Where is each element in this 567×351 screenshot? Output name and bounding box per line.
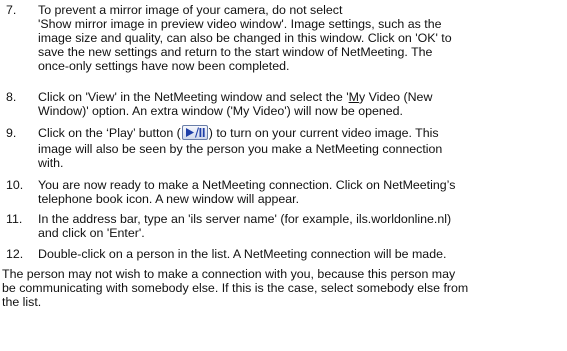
step-number: 8. <box>6 90 17 104</box>
text-line: image will also be seen by the person yo… <box>38 142 443 156</box>
text-line: Double-click on a person in the list. A … <box>38 247 447 261</box>
text-line: In the address bar, type an 'ils server … <box>38 212 452 226</box>
step-number: 10. <box>6 178 24 192</box>
text-fragment: Click on 'View' in the NetMeeting window… <box>38 90 349 104</box>
text-line: To prevent a mirror image of your camera… <box>38 3 343 17</box>
instruction-page: 7. To prevent a mirror image of your cam… <box>0 0 567 351</box>
text-fragment: ) to turn on your current video image. T… <box>208 126 439 140</box>
step-text: Double-click on a person in the list. A … <box>38 247 563 261</box>
text-fragment: Click on the ‘Play’ button ( <box>38 126 181 140</box>
text-line: Window)' option. An extra window ('My Vi… <box>38 104 404 118</box>
step-number: 11. <box>6 212 23 226</box>
step-text: To prevent a mirror image of your camera… <box>38 3 563 73</box>
play-pause-icon <box>181 125 208 140</box>
text-line: You are now ready to make a NetMeeting c… <box>38 178 456 192</box>
text-fragment: y Video (New <box>358 90 433 104</box>
step-text: Click on the ‘Play’ button ( ) to turn on… <box>38 124 563 170</box>
text-line: Click on 'View' in the NetMeeting window… <box>38 90 563 104</box>
text-line: save the new settings and return to the … <box>38 45 433 59</box>
step-text: In the address bar, type an 'ils server … <box>38 212 563 240</box>
text-line: 'Show mirror image in preview video wind… <box>38 17 442 31</box>
text-line: Click on the ‘Play’ button ( ) to turn on… <box>38 124 563 142</box>
step-text: You are now ready to make a NetMeeting c… <box>38 178 563 206</box>
closing-paragraph: The person may not wish to make a connec… <box>2 267 565 309</box>
step-text: Click on 'View' in the NetMeeting window… <box>38 90 563 118</box>
step-number: 9. <box>6 126 17 140</box>
text-line: be communicating with somebody else. If … <box>2 281 469 295</box>
step-number: 7. <box>6 3 17 17</box>
text-line: image size and quality, can also be chan… <box>38 31 452 45</box>
menu-accelerator-letter: M <box>348 90 359 104</box>
text-line: The person may not wish to make a connec… <box>2 267 456 281</box>
step-number: 12. <box>6 247 24 261</box>
text-line: the list. <box>2 295 42 309</box>
text-line: and click on 'Enter'. <box>38 226 145 240</box>
text-line: with. <box>38 156 64 170</box>
text-line: telephone book icon. A new window will a… <box>38 192 300 206</box>
text-line: once-only settings have now been complet… <box>38 59 290 73</box>
